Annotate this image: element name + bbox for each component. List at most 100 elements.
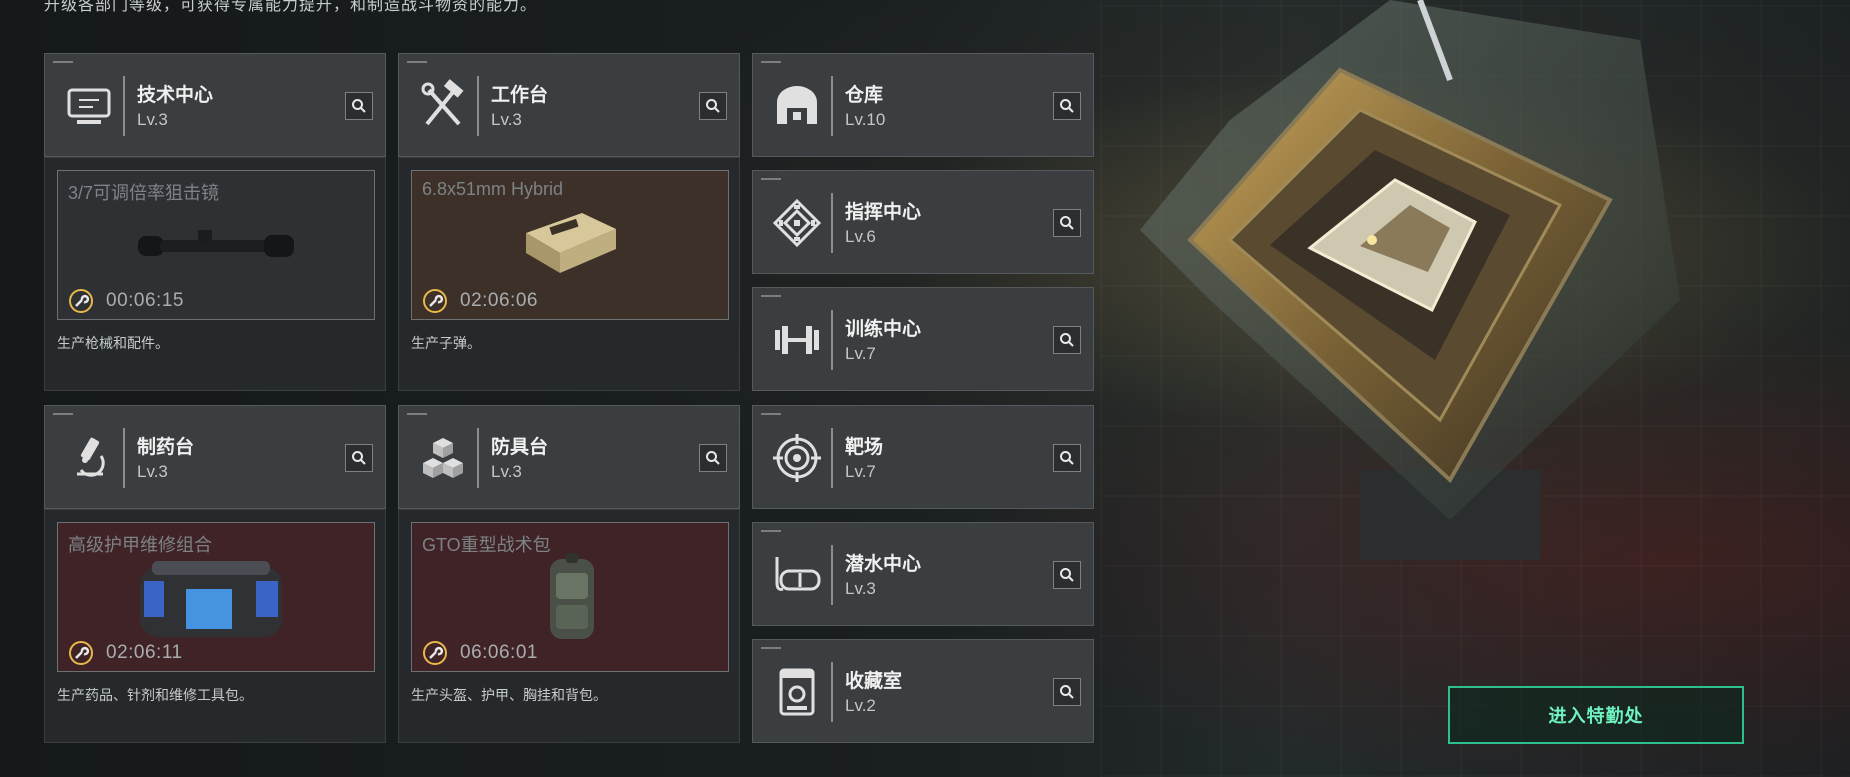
production-timer: 06:06:01	[460, 642, 538, 663]
production-panel-tech-center: 3/7可调倍率狙击镜 00:06:15 生产枪械和配件。	[44, 157, 386, 391]
search-icon	[1060, 568, 1074, 582]
wrench-timer-icon	[69, 289, 93, 313]
search-button[interactable]	[699, 92, 727, 120]
production-item-name: 6.8x51mm Hybrid	[422, 179, 564, 199]
production-timer: 02:06:11	[106, 642, 183, 663]
card-tick	[407, 413, 427, 415]
ammo-box-image	[526, 213, 616, 273]
production-timer: 02:06:06	[460, 290, 538, 311]
facility-name: 训练中心	[845, 319, 922, 340]
card-divider	[831, 662, 833, 722]
monitor-icon	[67, 88, 111, 124]
search-button[interactable]	[1053, 209, 1081, 237]
backpack-image	[550, 553, 594, 639]
production-slot[interactable]: 3/7可调倍率狙击镜 00:06:15	[57, 170, 375, 320]
facility-name: 工作台	[491, 85, 549, 106]
facility-card-training-center[interactable]: 训练中心 Lv.7	[752, 287, 1094, 391]
facility-card-armor-bench[interactable]: 防具台 Lv.3	[398, 405, 740, 509]
production-slot[interactable]: 6.8x51mm Hybrid 02:06:06	[411, 170, 729, 320]
production-panel-workbench: 6.8x51mm Hybrid 02:06:06 生产子弹。	[398, 157, 740, 391]
facility-card-command-center[interactable]: 指挥中心 Lv.6	[752, 170, 1094, 274]
facility-level: Lv.6	[845, 227, 876, 246]
facility-level: Lv.10	[845, 110, 886, 129]
facility-card-pharmacy[interactable]: 制药台 Lv.3	[44, 405, 386, 509]
facility-name: 潜水中心	[845, 554, 922, 575]
card-tick	[761, 530, 781, 532]
intro-text: 升级各部门等级，可获得专属能力提升，和制造战斗物资的能力。	[44, 0, 538, 14]
card-divider	[831, 310, 833, 370]
facility-card-collection-room[interactable]: 收藏室 Lv.2	[752, 639, 1094, 743]
card-tick	[53, 413, 73, 415]
production-desc: 生产枪械和配件。	[57, 335, 169, 351]
production-slot[interactable]: 高级护甲维修组合 02:06:11	[57, 522, 375, 672]
search-icon	[352, 99, 366, 113]
search-button[interactable]	[345, 444, 373, 472]
card-tick	[53, 61, 73, 63]
card-divider	[831, 545, 833, 605]
facility-name: 制药台	[137, 437, 195, 458]
facility-name: 技术中心	[137, 85, 214, 106]
search-button[interactable]	[1053, 678, 1081, 706]
card-tick	[761, 178, 781, 180]
search-button[interactable]	[699, 444, 727, 472]
search-icon	[1060, 216, 1074, 230]
production-desc: 生产头盔、护甲、胸挂和背包。	[411, 687, 607, 703]
production-slot[interactable]: GTO重型战术包 06:06:01	[411, 522, 729, 672]
search-button[interactable]	[345, 92, 373, 120]
search-icon	[1060, 333, 1074, 347]
display-case-icon	[779, 668, 815, 716]
facility-card-tech-center[interactable]: 技术中心 Lv.3	[44, 53, 386, 157]
facility-level: Lv.3	[137, 110, 168, 129]
card-tick	[761, 413, 781, 415]
wrench-timer-icon	[423, 641, 447, 665]
card-divider	[477, 428, 479, 488]
facility-level: Lv.7	[845, 344, 876, 363]
production-desc: 生产药品、针剂和维修工具包。	[57, 687, 253, 703]
facility-name: 防具台	[491, 437, 549, 458]
facility-level: Lv.3	[491, 462, 522, 481]
hammer-wrench-icon	[421, 79, 464, 126]
facility-card-shooting-range[interactable]: 靶场 Lv.7	[752, 405, 1094, 509]
facility-level: Lv.7	[845, 462, 876, 481]
search-icon	[706, 99, 720, 113]
card-tick	[761, 61, 781, 63]
search-button[interactable]	[1053, 561, 1081, 589]
facility-name: 仓库	[845, 85, 884, 106]
production-panel-armor-bench: GTO重型战术包 06:06:01 生产头盔、护甲、胸挂和背包。	[398, 509, 740, 743]
search-button[interactable]	[1053, 444, 1081, 472]
facility-card-warehouse[interactable]: 仓库 Lv.10	[752, 53, 1094, 157]
card-tick	[761, 647, 781, 649]
wrench-timer-icon	[69, 641, 93, 665]
microscope-icon	[77, 437, 105, 477]
wrench-timer-icon	[423, 289, 447, 313]
production-item-name: 3/7可调倍率狙击镜	[68, 183, 220, 203]
facility-card-dive-center[interactable]: 潜水中心 Lv.3	[752, 522, 1094, 626]
production-timer: 00:06:15	[106, 290, 184, 311]
card-divider	[831, 193, 833, 253]
facility-name: 靶场	[845, 437, 884, 458]
search-button[interactable]	[1053, 326, 1081, 354]
warehouse-icon	[777, 86, 817, 124]
search-icon	[1060, 685, 1074, 699]
card-divider	[123, 76, 125, 136]
card-divider	[831, 76, 833, 136]
cubes-icon	[423, 438, 463, 478]
card-tick	[761, 295, 781, 297]
card-tick	[407, 61, 427, 63]
scope-image	[138, 230, 294, 257]
repair-bag-image	[140, 561, 282, 637]
cube-illustration	[1140, 0, 1680, 560]
search-icon	[352, 451, 366, 465]
enter-special-ops-button[interactable]: 进入特勤处	[1448, 686, 1744, 744]
production-item-name: GTO重型战术包	[422, 535, 551, 555]
search-icon	[1060, 99, 1074, 113]
search-button[interactable]	[1053, 92, 1081, 120]
dumbbell-icon	[775, 326, 819, 354]
card-divider	[477, 76, 479, 136]
card-divider	[123, 428, 125, 488]
facility-level: Lv.2	[845, 696, 876, 715]
target-icon	[773, 434, 821, 482]
facility-card-workbench[interactable]: 工作台 Lv.3	[398, 53, 740, 157]
command-emblem-icon	[772, 198, 822, 248]
dive-mask-icon	[775, 557, 821, 591]
